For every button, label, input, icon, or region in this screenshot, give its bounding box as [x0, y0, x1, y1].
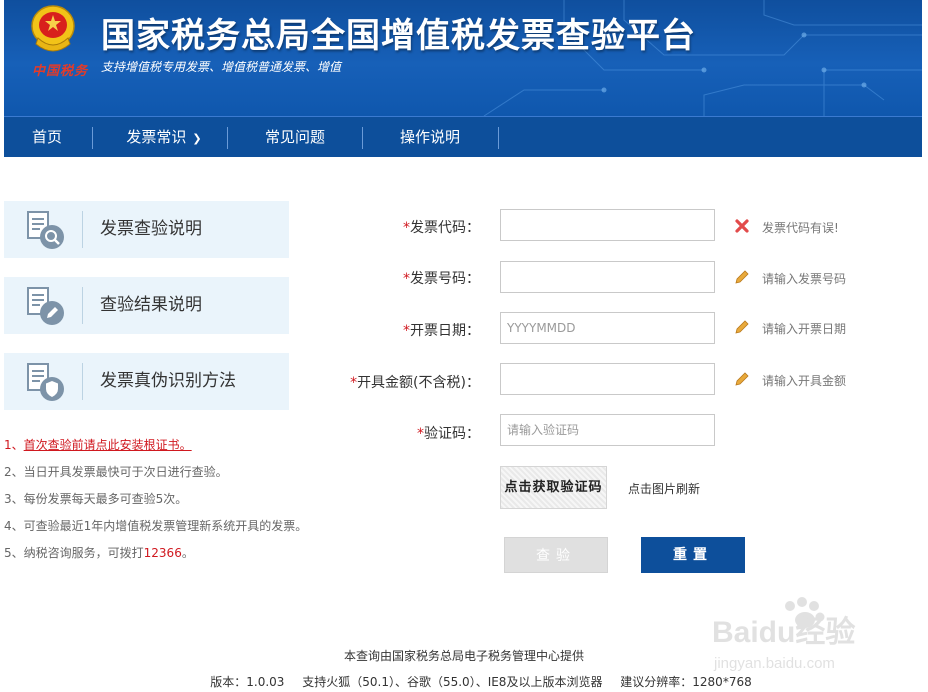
captcha-label: *验证码： [250, 423, 480, 443]
footer-browsers: 支持火狐（50.1）、谷歌（55.0）、IE8及以上版本浏览器 [302, 675, 603, 689]
amount-label: *开具金额(不含税)： [250, 372, 480, 392]
notice-item: 5、纳税咨询服务，可拨打12366。 [4, 544, 344, 571]
error-x-icon [735, 219, 749, 233]
label-text: 验证码： [424, 426, 480, 442]
sidebar-card-authenticity[interactable]: 发票真伪识别方法 [4, 353, 289, 410]
nav-divider [92, 127, 93, 149]
footer-resolution: 建议分辨率：1280*768 [620, 675, 752, 689]
notice-suffix: 。 [181, 546, 194, 560]
main-nav: 首页 发票常识 ❯ 常见问题 操作说明 [4, 116, 922, 157]
issue-date-label: *开票日期： [250, 320, 480, 340]
invoice-code-label: *发票代码： [250, 217, 480, 237]
label-text: 开票日期： [410, 323, 480, 339]
required-star: * [403, 271, 410, 287]
label-text: 开具金额(不含税)： [357, 375, 480, 391]
site-title: 国家税务总局全国增值税发票查验平台 [101, 16, 696, 56]
notice-item: 4、可查验最近1年内增值税发票管理新系统开具的发票。 [4, 517, 344, 544]
invoice-number-hint: 请输入发票号码 [762, 272, 847, 286]
check-button[interactable]: 查验 [504, 537, 608, 573]
sidebar-card-label: 查验结果说明 [100, 295, 202, 315]
amount-hint: 请输入开具金额 [762, 374, 847, 388]
pencil-icon [735, 270, 749, 284]
issue-date-hint: 请输入开票日期 [762, 322, 847, 336]
nav-label: 发票常识 [126, 128, 187, 146]
footer-version: 版本：1.0.03 [210, 675, 285, 689]
nav-item-home[interactable]: 首页 [18, 117, 76, 157]
notice-text: 纳税咨询服务，可拨打 [23, 546, 144, 560]
site-header: 中国税务 国家税务总局全国增值税发票查验平台 支持增值税专用发票、增值税普通发票… [4, 0, 922, 116]
notice-text: 每份发票每天最多可查验5次。 [23, 492, 188, 506]
notice-index: 5、 [4, 546, 24, 560]
card-divider [82, 363, 83, 400]
notice-text: 当日开具发票最快可于次日进行查验。 [23, 465, 228, 479]
invoice-code-hint: 发票代码有误! [762, 221, 839, 235]
nav-item-invoice-knowledge[interactable]: 发票常识 ❯ [114, 117, 214, 157]
pencil-icon [735, 372, 749, 386]
notice-index: 4、 [4, 519, 24, 533]
required-star: * [403, 220, 410, 236]
reset-button[interactable]: 重置 [641, 537, 745, 573]
hotline-number: 12366 [143, 546, 182, 560]
notice-text: 可查验最近1年内增值税发票管理新系统开具的发票。 [23, 519, 308, 533]
issue-date-input[interactable] [500, 312, 715, 344]
captcha-input[interactable] [500, 414, 715, 446]
refresh-captcha-tip[interactable]: 点击图片刷新 [628, 480, 700, 497]
nav-label: 首页 [31, 128, 62, 146]
amount-input[interactable] [500, 363, 715, 395]
notice-index: 2、 [4, 465, 24, 479]
required-star: * [417, 426, 424, 442]
required-star: * [403, 323, 410, 339]
chevron-down-icon: ❯ [192, 132, 202, 145]
doc-shield-icon [27, 363, 64, 401]
nav-label: 常见问题 [264, 128, 325, 146]
doc-search-icon [27, 211, 64, 249]
notice-index: 3、 [4, 492, 24, 506]
label-text: 发票代码： [410, 220, 480, 236]
sidebar-card-check-guide[interactable]: 发票查验说明 [4, 201, 289, 258]
baidu-watermark-logo: Baidu经验 jingyan.baidu.com [712, 597, 855, 672]
tax-emblem-icon [31, 5, 75, 52]
doc-edit-icon [27, 287, 64, 325]
invoice-code-input[interactable] [500, 209, 715, 241]
notice-list: 1、首次查验前请点此安装根证书。 2、当日开具发票最快可于次日进行查验。 3、每… [4, 436, 344, 571]
watermark-line1: Baidu经验 [712, 615, 855, 649]
nav-divider [362, 127, 363, 149]
sidebar-card-label: 发票查验说明 [100, 219, 202, 239]
nav-item-faq[interactable]: 常见问题 [254, 117, 336, 157]
card-divider [82, 211, 83, 248]
notice-index: 1、 [4, 438, 24, 452]
pencil-icon [735, 320, 749, 334]
install-cert-link[interactable]: 首次查验前请点此安装根证书。 [24, 438, 192, 452]
captcha-image[interactable]: 点击获取验证码 [500, 466, 607, 509]
nav-label: 操作说明 [399, 128, 460, 146]
sidebar-card-label: 发票真伪识别方法 [100, 371, 236, 391]
seal-text: 中国税务 [32, 64, 89, 79]
invoice-number-label: *发票号码： [250, 268, 480, 288]
card-divider [82, 287, 83, 324]
nav-divider [498, 127, 499, 149]
watermark-line2: jingyan.baidu.com [713, 655, 835, 672]
notice-item: 3、每份发票每天最多可查验5次。 [4, 490, 344, 517]
notice-item: 2、当日开具发票最快可于次日进行查验。 [4, 463, 344, 490]
site-subtitle: 支持增值税专用发票、增值税普通发票、增值 [101, 60, 342, 74]
invoice-number-input[interactable] [500, 261, 715, 293]
required-star: * [350, 375, 358, 391]
nav-divider [227, 127, 228, 149]
nav-item-guide[interactable]: 操作说明 [389, 117, 471, 157]
sidebar-card-result-guide[interactable]: 查验结果说明 [4, 277, 289, 334]
label-text: 发票号码： [410, 271, 480, 287]
